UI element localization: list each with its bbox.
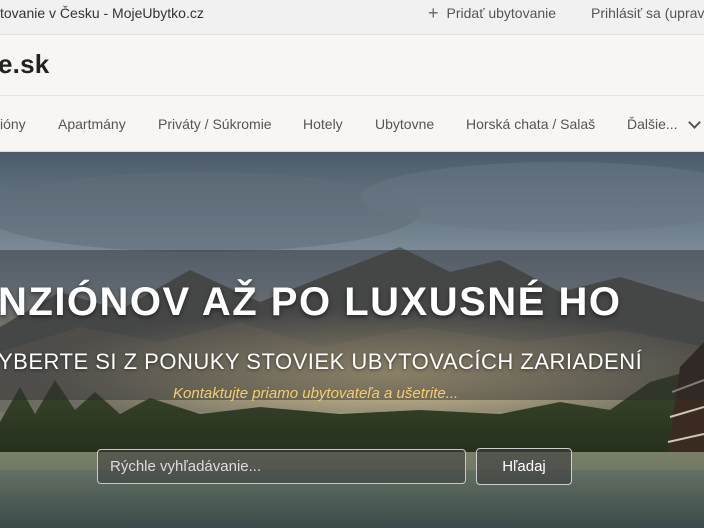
plus-icon: + <box>428 3 439 23</box>
add-accommodation-link[interactable]: + Pridať ubytovanie <box>428 3 557 23</box>
nav-item-hotely[interactable]: Hotely <box>303 116 343 132</box>
nav-item-apartmany[interactable]: Apartmány <box>58 116 126 132</box>
nav-item-horska-chata[interactable]: Horská chata / Salaš <box>466 116 595 132</box>
hero-tagline: Kontaktujte priamo ubytovateľa a ušetrit… <box>173 385 459 402</box>
hero-subheadline: YBERTE SI Z PONUKY STOVIEK UBYTOVACÍCH Z… <box>0 349 643 374</box>
sister-site-link[interactable]: tovanie v Česku - MojeUbytko.cz <box>0 5 204 21</box>
site-header: e.sk <box>0 35 704 96</box>
search-button[interactable]: Hľadaj <box>476 448 572 485</box>
nav-item-privaty[interactable]: Priváty / Súkromie <box>158 116 272 132</box>
nav-item-more[interactable]: Ďalšie... <box>627 115 701 132</box>
site-logo[interactable]: e.sk <box>0 49 49 80</box>
nav-item-penziony[interactable]: ióny <box>0 116 26 132</box>
login-link[interactable]: Prihlásiť sa (uprav <box>591 5 704 21</box>
nav-item-ubytovne[interactable]: Ubytovne <box>375 116 434 132</box>
hero-section: NZIÓNOV AŽ PO LUXUSNÉ HO YBERTE SI Z PON… <box>0 152 704 528</box>
add-accommodation-label: Pridať ubytovanie <box>446 5 557 21</box>
nav-more-label: Ďalšie... <box>627 116 678 132</box>
category-nav: ióny Apartmány Priváty / Súkromie Hotely… <box>0 96 704 152</box>
top-utility-bar: tovanie v Česku - MojeUbytko.cz + Pridať… <box>0 0 704 35</box>
quick-search-input[interactable] <box>97 449 466 484</box>
hero-headline: NZIÓNOV AŽ PO LUXUSNÉ HO <box>0 280 622 324</box>
hero-text-band <box>0 250 704 400</box>
chevron-down-icon <box>687 115 701 129</box>
